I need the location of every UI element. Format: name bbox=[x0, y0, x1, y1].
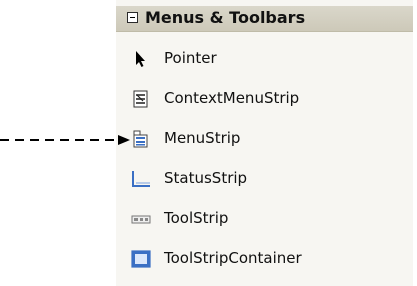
toolbox-item-label: MenuStrip bbox=[164, 129, 241, 147]
section-header-menus-toolbars[interactable]: Menus & Toolbars bbox=[116, 6, 413, 32]
toolbox-item-statusstrip[interactable]: StatusStrip bbox=[116, 164, 413, 194]
toolbox-item-label: ContextMenuStrip bbox=[164, 89, 300, 107]
status-strip-icon bbox=[131, 170, 151, 188]
toolbox-item-label: ToolStrip bbox=[164, 209, 229, 227]
tool-strip-container-icon bbox=[131, 250, 151, 268]
toolbox-item-label: ToolStripContainer bbox=[164, 249, 302, 267]
toolbox-item-contextmenustrip[interactable]: ContextMenuStrip bbox=[116, 84, 413, 114]
toolbox-item-menustrip[interactable]: MenuStrip bbox=[116, 124, 413, 154]
tool-strip-icon bbox=[131, 210, 151, 228]
context-menu-strip-icon bbox=[131, 90, 151, 108]
toolbox-panel: Menus & Toolbars Pointer ContextMenuStri… bbox=[116, 0, 413, 286]
dashed-arrow-icon bbox=[0, 135, 130, 145]
toolbox-item-toolstrip[interactable]: ToolStrip bbox=[116, 204, 413, 234]
collapse-icon[interactable] bbox=[127, 12, 138, 23]
toolbox-item-pointer[interactable]: Pointer bbox=[116, 44, 413, 74]
section-header-label: Menus & Toolbars bbox=[145, 8, 306, 27]
toolbox-item-label: StatusStrip bbox=[164, 169, 248, 187]
toolbox-item-toolstripcontainer[interactable]: ToolStripContainer bbox=[116, 244, 413, 274]
pointer-icon bbox=[131, 50, 151, 68]
toolbox-item-label: Pointer bbox=[164, 49, 217, 67]
